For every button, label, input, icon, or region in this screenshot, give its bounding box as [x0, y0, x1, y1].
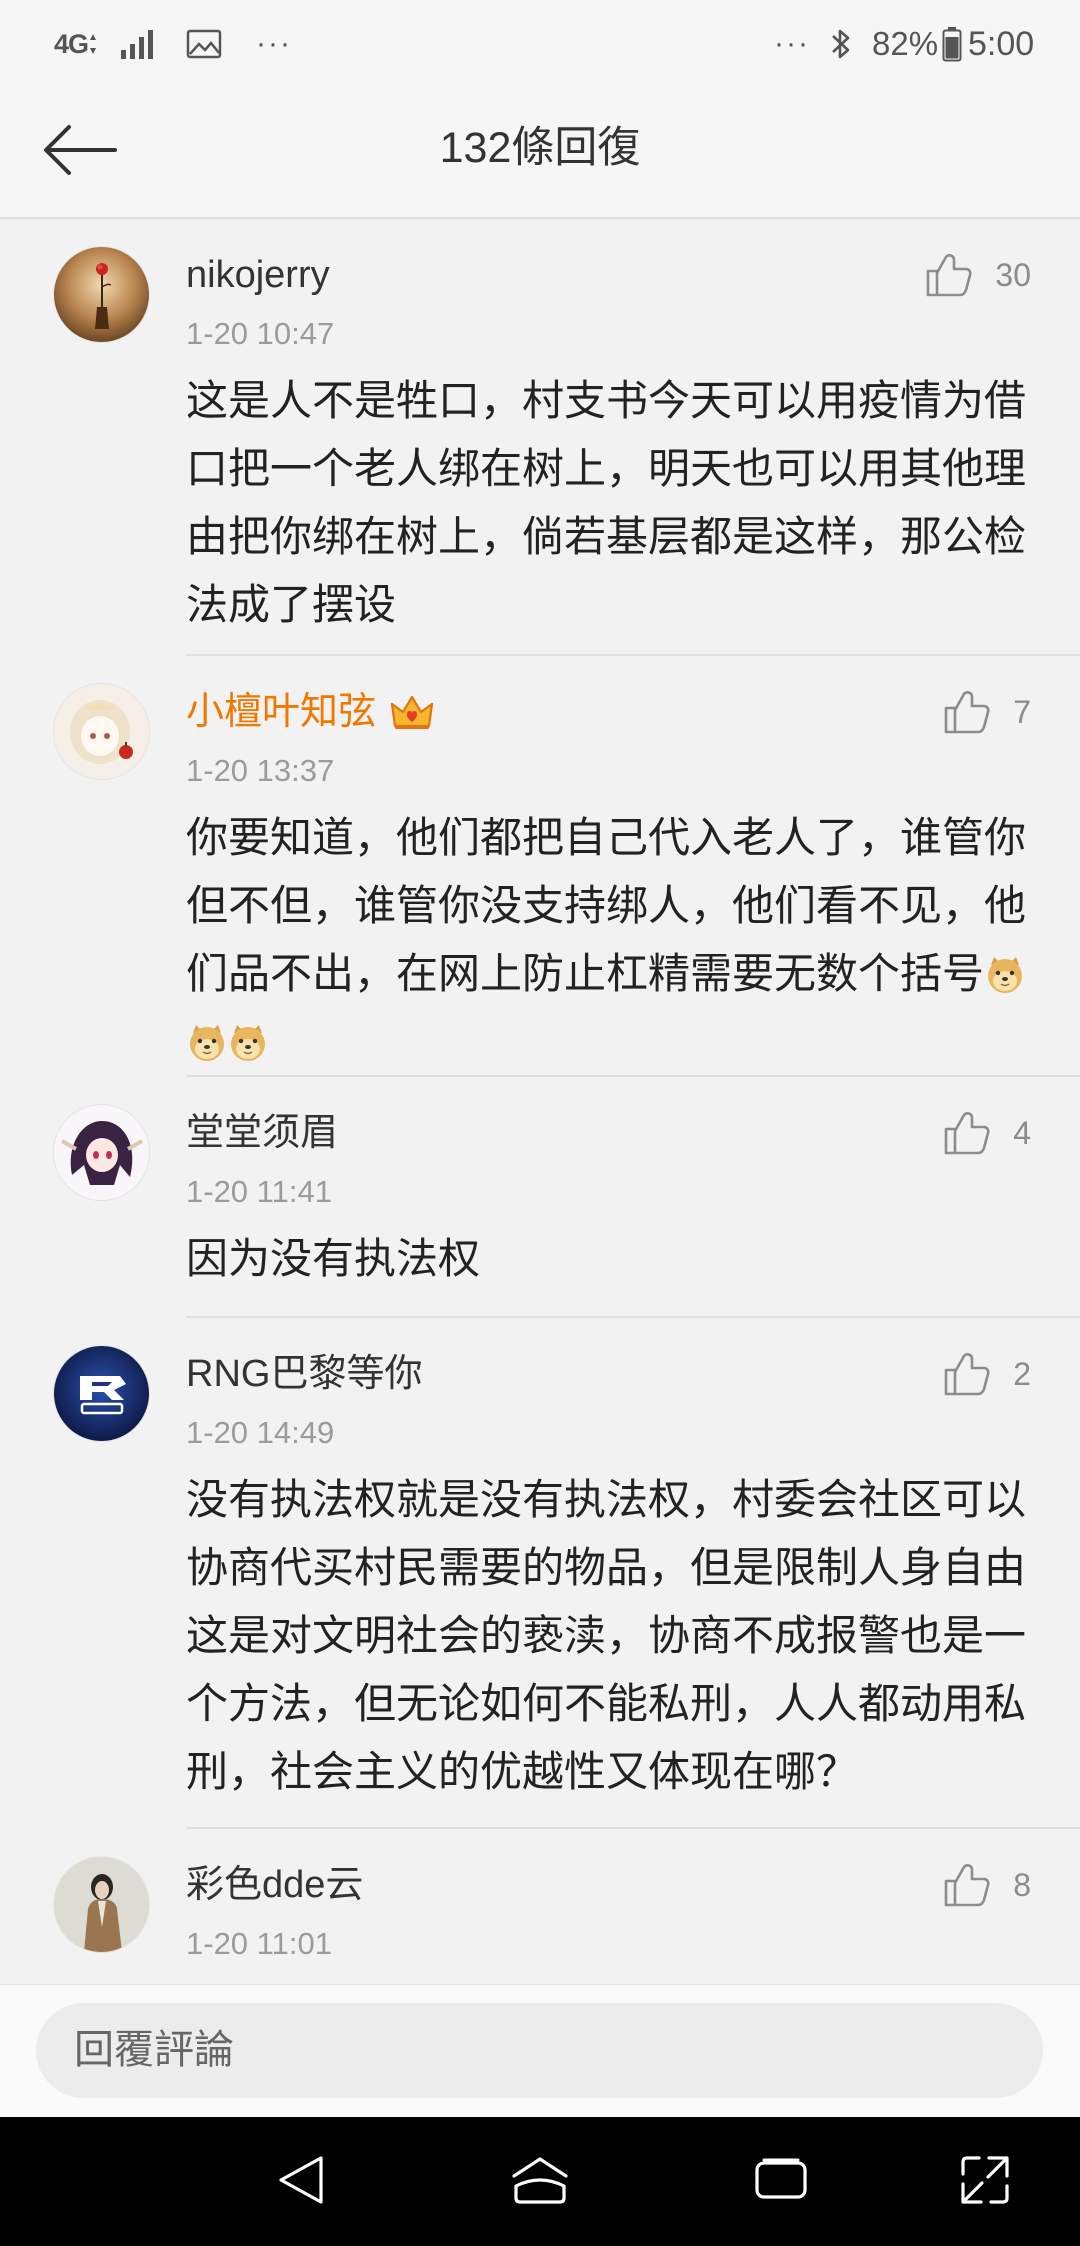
comment-text: 这是人不是牲口，村支书今天可以用疫情为借口把一个老人绑在树上，明天也可以用其他理…: [186, 377, 1027, 628]
network-type-label: 4G: [54, 28, 89, 59]
avatar[interactable]: [54, 247, 149, 342]
nav-back-icon: [279, 2156, 323, 2204]
bluetooth-icon: [828, 22, 854, 66]
comment-time: 1-20 14:49: [186, 1415, 335, 1450]
username[interactable]: RNG巴黎等你: [186, 1344, 422, 1404]
username[interactable]: nikojerry: [186, 245, 330, 305]
nav-home-icon: [512, 2157, 568, 2204]
comment-item[interactable]: RNG巴黎等你 1-20 14:49 没有执法权就是没有执法权，村委会社区可以协…: [0, 1318, 1080, 1829]
thumbs-up-icon: [944, 1112, 990, 1155]
like-count: 2: [1013, 1355, 1031, 1392]
comment-text-block: 你要知道，他们都把自己代入老人了，谁管你但不但，谁管你没支持绑人，他们看不见，他…: [186, 804, 1034, 1076]
username[interactable]: 彩色dde云: [186, 1855, 363, 1915]
comment-time: 1-20 13:37: [186, 753, 335, 788]
avatar[interactable]: [54, 684, 149, 779]
network-indicator: 4G: [54, 22, 97, 66]
status-more-left: ···: [256, 27, 292, 60]
comment-text: 你要知道，他们都把自己代入老人了，谁管你但不但，谁管你没支持绑人，他们看不见，他…: [186, 814, 1027, 997]
doge-emoji: [985, 955, 1025, 995]
username[interactable]: 小檀叶知弦: [186, 682, 376, 742]
like-count: 30: [995, 256, 1031, 293]
nav-home-button[interactable]: [506, 2147, 574, 2213]
comment-item[interactable]: 堂堂须眉 1-20 11:41 因为没有执法权 4: [0, 1077, 1080, 1318]
like-button[interactable]: 30: [925, 245, 1031, 305]
comment-time: 1-20 11:01: [186, 1926, 332, 1961]
comment-time: 1-20 11:41: [186, 1174, 332, 1209]
status-bar: 4G ··· ··· 82% 5:00: [0, 0, 1080, 89]
like-count: 4: [1013, 1114, 1031, 1151]
comment-text: 因为没有执法权: [186, 1235, 481, 1282]
thumbs-up-icon: [927, 254, 972, 297]
like-button[interactable]: 7: [943, 682, 1031, 742]
nav-recent-button[interactable]: [748, 2147, 814, 2213]
avatar[interactable]: [54, 1346, 149, 1441]
nav-back-button[interactable]: [268, 2147, 334, 2213]
reply-comment-input[interactable]: [36, 2003, 1043, 2098]
like-button[interactable]: 8: [943, 1855, 1031, 1915]
recent-apps-icon: [755, 2158, 807, 2199]
username[interactable]: 堂堂须眉: [186, 1103, 338, 1163]
avatar[interactable]: [54, 1105, 149, 1200]
comment-item[interactable]: 彩色dde云 1-20 11:01 8: [0, 1829, 1080, 1984]
battery-percent: 82%: [872, 25, 939, 62]
system-nav-bar: [0, 2117, 1080, 2246]
thumbs-up-icon: [944, 1864, 990, 1907]
clock: 5:00: [968, 24, 1035, 63]
page-title: 132條回復: [439, 124, 641, 172]
like-count: 8: [1013, 1866, 1031, 1903]
network-arrows-icon: [90, 34, 97, 54]
doge-emoji: [228, 1023, 268, 1063]
top-app-bar: 132條回復: [0, 89, 1080, 219]
comment-item[interactable]: 小檀叶知弦 1-20 13:37 你要知道，他们都把自己代入老人了，谁管你但不但…: [0, 656, 1080, 1077]
rotate-screen-icon: [961, 2156, 1009, 2204]
thumbs-up-icon: [944, 1353, 990, 1396]
battery-icon: [942, 22, 962, 66]
nav-rotate-button[interactable]: [952, 2147, 1018, 2213]
comment-text: 没有执法权就是没有执法权，村委会社区可以协商代买村民需要的物品，但是限制人身自由…: [186, 1476, 1027, 1795]
comment-time: 1-20 10:47: [186, 316, 335, 351]
reply-bar: [0, 1984, 1080, 2117]
comment-item[interactable]: nikojerry 1-20 10:47 这是人不是牲口，村支书今天可以用疫情为…: [0, 219, 1080, 656]
vip-crown-icon[interactable]: [390, 693, 434, 731]
signal-icon: [120, 22, 158, 66]
image-icon: [186, 22, 222, 66]
like-button[interactable]: 2: [943, 1344, 1031, 1404]
comment-list[interactable]: nikojerry 1-20 10:47 这是人不是牲口，村支书今天可以用疫情为…: [0, 219, 1080, 1984]
like-count: 7: [1013, 693, 1031, 730]
doge-emoji: [187, 1023, 227, 1063]
thumbs-up-icon: [944, 691, 990, 734]
status-more-right: ···: [774, 27, 810, 60]
avatar[interactable]: [54, 1857, 149, 1952]
like-button[interactable]: 4: [943, 1103, 1031, 1163]
